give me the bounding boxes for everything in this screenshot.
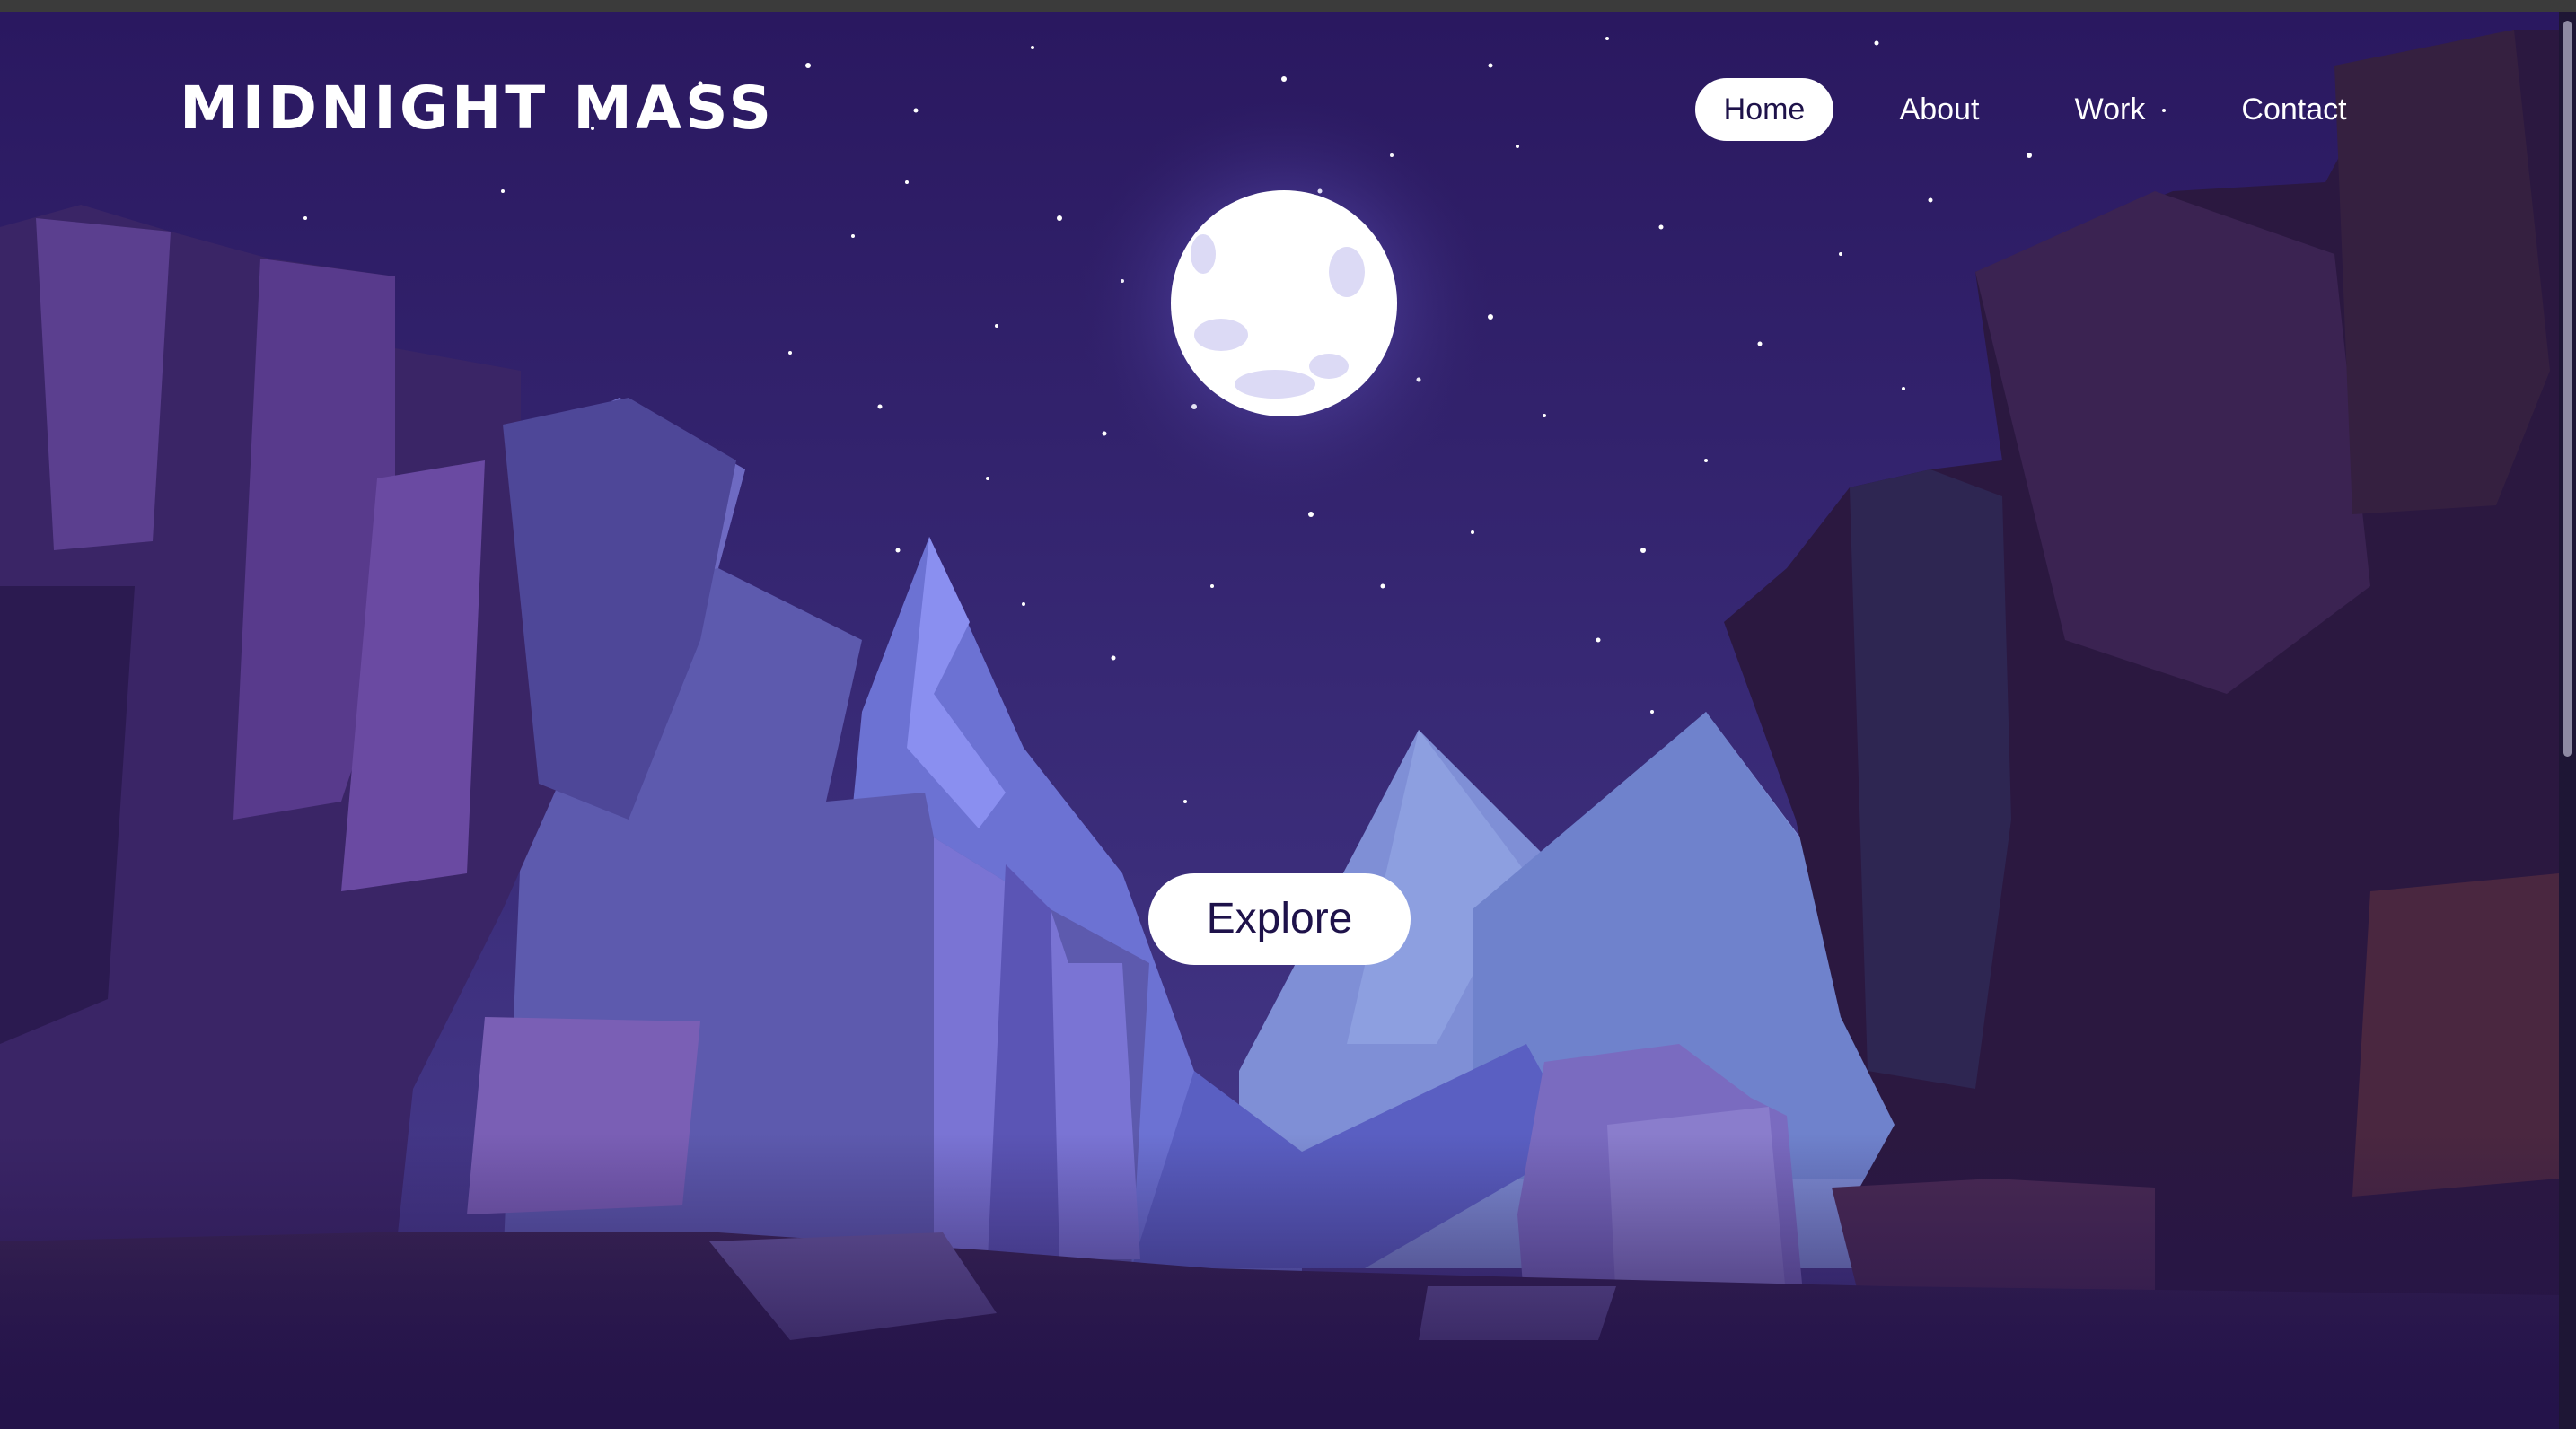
bottom-fade: [0, 1134, 2559, 1429]
browser-top-bar: [0, 0, 2576, 12]
nav-item-home[interactable]: Home: [1695, 78, 1833, 141]
vertical-scrollbar[interactable]: [2559, 12, 2576, 1429]
scrollbar-thumb[interactable]: [2563, 21, 2572, 757]
night-canyon-illustration: [0, 12, 2559, 1429]
site-logo[interactable]: MIDNIGHT MASS: [180, 74, 775, 143]
nav-item-work[interactable]: Work: [2047, 78, 2173, 141]
explore-button[interactable]: Explore: [1148, 873, 1411, 965]
right-cliff-face-3: [1850, 469, 2011, 1089]
nav-item-contact[interactable]: Contact: [2218, 78, 2370, 141]
nav-item-about[interactable]: About: [1877, 78, 2002, 141]
left-cliff-face-1: [36, 218, 171, 550]
hero-background: [0, 12, 2559, 1429]
